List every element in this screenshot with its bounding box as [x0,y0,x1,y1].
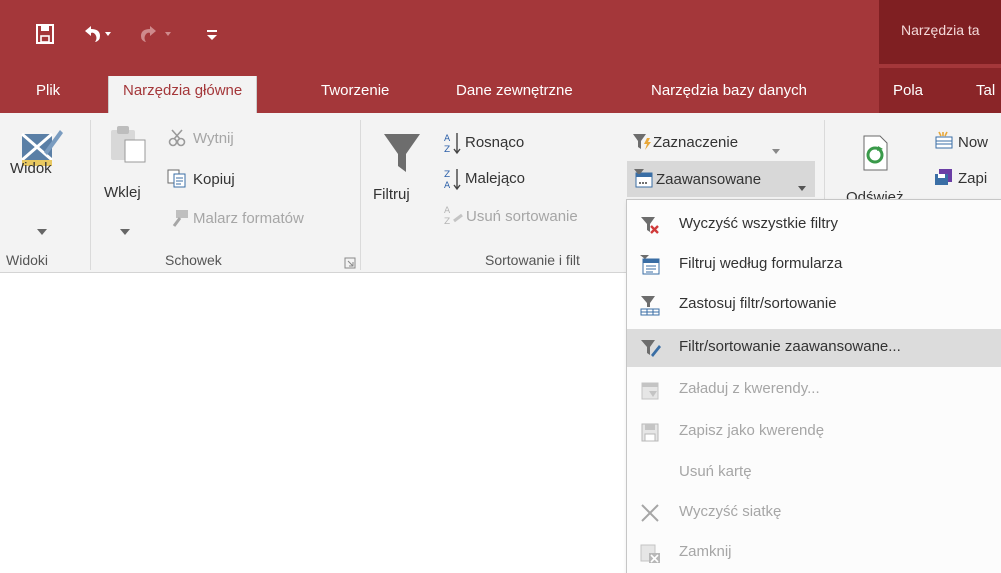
save-record-icon[interactable] [934,167,954,192]
tab-create[interactable]: Tworzenie [321,78,389,113]
menu-item-label: Załaduj z kwerendy... [679,380,820,397]
tab-database-tools[interactable]: Narzędzia bazy danych [651,78,807,113]
load-query-icon [639,379,661,401]
sort-ascending-label[interactable]: Rosnąco [465,134,524,151]
group-label-clipboard: Schowek [165,252,222,268]
menu-item-label: Filtruj według formularza [679,255,843,272]
close-icon [639,542,661,564]
filter-icon[interactable] [382,132,422,181]
undo-icon[interactable] [80,22,114,46]
clear-grid-icon [639,502,661,524]
menu-item-label: Wyczyść wszystkie filtry [679,215,839,232]
cut-label[interactable]: Wytnij [193,130,234,147]
selection-label[interactable]: Zaznaczenie [653,134,738,151]
paste-icon[interactable] [107,124,147,169]
selection-dropdown-arrow-icon[interactable] [772,141,780,159]
save-icon[interactable] [34,22,56,46]
svg-text:A: A [444,134,451,144]
save-query-icon [639,421,661,443]
advanced-label[interactable]: Zaawansowane [656,171,761,188]
group-label-views: Widoki [6,252,49,268]
advanced-dropdown-arrow-icon[interactable] [798,178,806,196]
menu-item-advanced-filter-sort[interactable]: Filtr/sortowanie zaawansowane... [627,329,1001,367]
menu-item-clear-grid[interactable]: Wyczyść siatkę [627,494,1001,532]
tab-file[interactable]: Plik [36,78,60,113]
paste-label[interactable]: Wklej [104,184,141,201]
copy-label[interactable]: Kopiuj [193,171,235,188]
new-record-icon[interactable] [934,131,954,156]
filter-label[interactable]: Filtruj [373,186,410,203]
group-separator [90,120,91,270]
redo-icon[interactable] [138,22,178,46]
menu-item-label: Zapisz jako kwerendę [679,422,825,439]
refresh-label[interactable]: Odśwież [846,189,904,199]
menu-item-load-from-query[interactable]: Załaduj z kwerendy... [627,371,1001,409]
menu-item-label: Usuń kartę [679,463,752,480]
remove-sort-icon[interactable]: AZ [444,203,464,232]
clear-filter-icon [639,214,661,236]
svg-text:Z: Z [444,170,450,180]
sort-descending-icon[interactable]: ZA [444,167,462,196]
view-label[interactable]: Widok [10,160,52,177]
menu-item-label: Filtr/sortowanie zaawansowane... [679,338,901,355]
menu-item-close[interactable]: Zamknij [627,534,1001,572]
svg-text:A: A [444,181,451,191]
tab-fields[interactable]: Pola [893,78,923,113]
menu-item-label: Zamknij [679,543,732,560]
advanced-filter-icon [639,337,661,359]
context-tab-title: Narzędzia ta [901,22,980,38]
cut-icon[interactable] [168,128,188,153]
copy-icon[interactable] [166,168,188,193]
menu-item-label: Wyczyść siatkę [679,503,782,520]
tab-table[interactable]: Tal [976,78,995,113]
menu-item-clear-all-filters[interactable]: Wyczyść wszystkie filtry [627,206,1001,244]
apply-filter-icon [639,294,661,316]
new-record-label[interactable]: Now [958,134,988,151]
refresh-icon[interactable] [860,134,890,177]
sort-ascending-icon[interactable]: AZ [444,131,462,160]
menu-item-apply-filter-sort[interactable]: Zastosuj filtr/sortowanie [627,286,1001,324]
svg-text:A: A [444,206,451,216]
group-separator [360,120,361,270]
format-painter-label[interactable]: Malarz formatów [193,210,304,227]
group-label-sort-filter: Sortowanie i filt [485,252,580,268]
tab-external-data[interactable]: Dane zewnętrzne [456,78,573,113]
paste-dropdown-arrow-icon[interactable] [120,222,130,240]
selection-filter-icon[interactable] [632,132,652,157]
remove-sort-label[interactable]: Usuń sortowanie [466,208,578,225]
clipboard-launcher-icon[interactable] [344,256,356,274]
view-dropdown-arrow-icon[interactable] [37,222,47,240]
svg-text:Z: Z [444,217,450,227]
filter-by-form-icon [639,254,661,276]
sort-descending-label[interactable]: Malejąco [465,170,525,187]
menu-item-label: Zastosuj filtr/sortowanie [679,295,837,312]
format-painter-icon[interactable] [168,208,190,233]
advanced-filter-icon[interactable] [633,168,653,193]
menu-item-delete-tab[interactable]: Usuń kartę [627,454,1001,492]
customize-qat-icon[interactable] [204,22,220,46]
menu-item-filter-by-form[interactable]: Filtruj według formularza [627,246,1001,284]
save-record-label[interactable]: Zapi [958,170,987,187]
tab-home[interactable]: Narzędzia główne [108,76,258,113]
menu-item-save-as-query[interactable]: Zapisz jako kwerendę [627,413,1001,451]
svg-text:Z: Z [444,145,450,155]
